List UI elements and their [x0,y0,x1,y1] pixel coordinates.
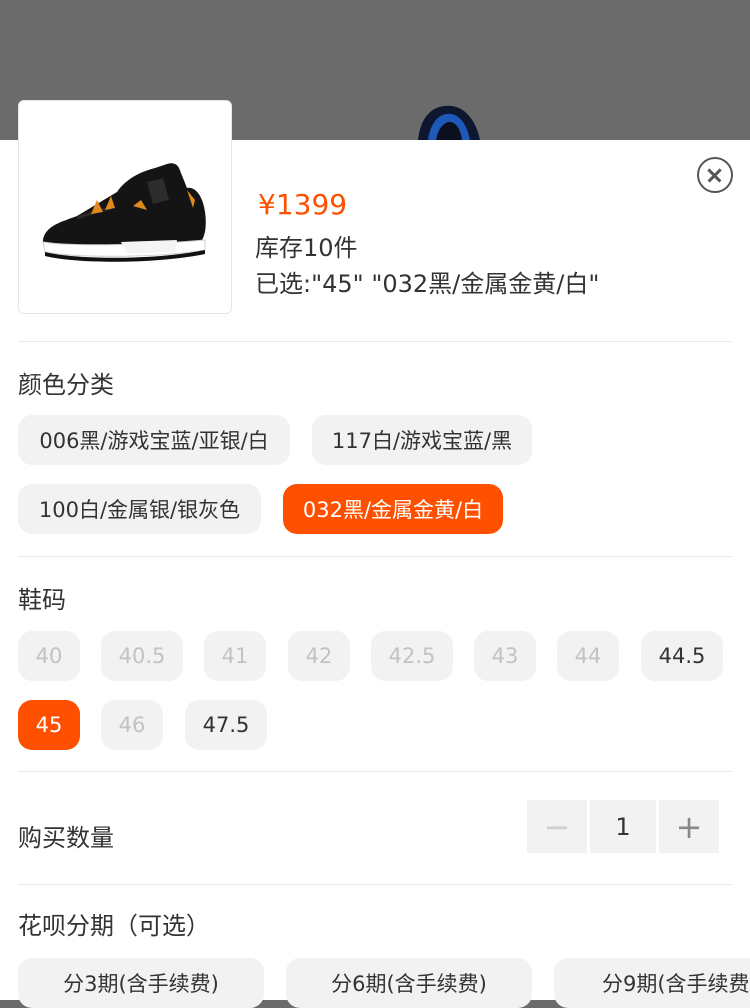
color-section-title: 颜色分类 [18,371,114,399]
divider [18,771,732,772]
size-option[interactable]: 43 [474,631,536,681]
quantity-decrease-button[interactable]: − [527,800,587,853]
color-option[interactable]: 100白/金属银/银灰色 [18,484,261,534]
selected-summary: 已选:"45" "032黑/金属金黄/白" [255,270,600,298]
size-option[interactable]: 42.5 [371,631,453,681]
size-option-selected[interactable]: 45 [18,700,80,750]
size-option[interactable]: 44.5 [641,631,723,681]
size-option[interactable]: 42 [288,631,350,681]
quantity-value[interactable]: 1 [590,800,656,853]
close-icon[interactable] [697,157,733,193]
size-option[interactable]: 41 [204,631,266,681]
size-option[interactable]: 40.5 [101,631,183,681]
color-option[interactable]: 006黑/游戏宝蓝/亚银/白 [18,415,290,465]
divider [18,341,732,342]
product-price: ¥1399 [258,188,348,221]
installment-plan-9[interactable]: 分9期(含手续费) [554,958,750,1008]
quantity-label: 购买数量 [18,824,114,852]
size-option[interactable]: 40 [18,631,80,681]
size-option[interactable]: 47.5 [185,700,267,750]
size-section-title: 鞋码 [18,586,66,614]
installment-plan-3[interactable]: 分3期(含手续费) [18,958,264,1008]
quantity-increase-button[interactable]: + [659,800,719,853]
size-option[interactable]: 44 [557,631,619,681]
size-option[interactable]: 46 [101,700,163,750]
installment-plan-6[interactable]: 分6期(含手续费) [286,958,532,1008]
color-option-selected[interactable]: 032黑/金属金黄/白 [283,484,503,534]
stock-count: 库存10件 [255,234,358,262]
divider [18,884,732,885]
divider [18,556,732,557]
color-option[interactable]: 117白/游戏宝蓝/黑 [312,415,532,465]
product-thumbnail [18,100,232,314]
background-product-image [414,104,484,140]
installment-section-title: 花呗分期（可选） [18,912,210,940]
